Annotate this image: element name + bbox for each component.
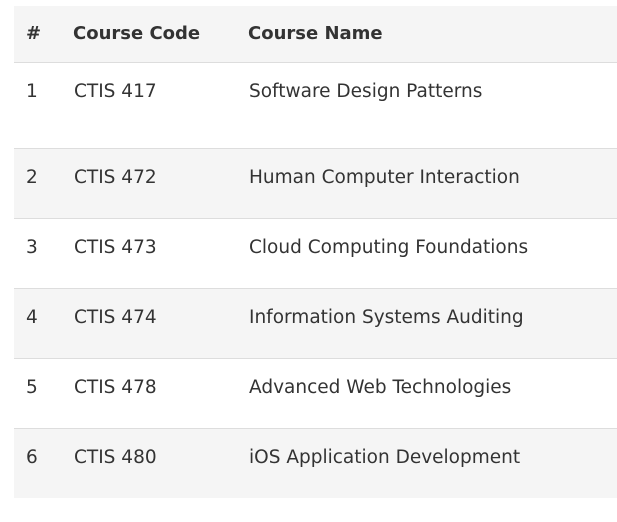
table-row: 1 CTIS 417 Software Design Patterns <box>14 62 617 148</box>
row-course-code: CTIS 480 <box>74 446 157 468</box>
row-course-name: Information Systems Auditing <box>249 306 524 328</box>
row-course-code: CTIS 417 <box>74 80 157 102</box>
table-body: 1 CTIS 417 Software Design Patterns 2 CT… <box>14 62 617 498</box>
row-course-name: Cloud Computing Foundations <box>249 236 529 258</box>
header-course-code: Course Code <box>73 23 201 45</box>
header-row: # Course Code Course Name <box>14 6 617 62</box>
row-course-code: CTIS 478 <box>74 376 157 398</box>
table-row: 5 CTIS 478 Advanced Web Technologies <box>14 358 617 428</box>
row-number: 6 <box>26 446 38 468</box>
courses-table: # Course Code Course Name 1 CTIS 417 Sof… <box>14 6 617 498</box>
row-number: 1 <box>26 80 38 102</box>
table-row: 3 CTIS 473 Cloud Computing Foundations <box>14 218 617 288</box>
table-header: # Course Code Course Name <box>14 6 617 62</box>
header-course-name: Course Name <box>248 23 383 45</box>
row-course-name: iOS Application Development <box>249 446 521 468</box>
row-course-name: Human Computer Interaction <box>249 166 520 188</box>
table-row: 2 CTIS 472 Human Computer Interaction <box>14 148 617 218</box>
row-course-code: CTIS 473 <box>74 236 157 258</box>
row-number: 4 <box>26 306 38 328</box>
row-course-name: Advanced Web Technologies <box>249 376 512 398</box>
courses-table-container: # Course Code Course Name 1 CTIS 417 Sof… <box>14 6 617 498</box>
row-course-name: Software Design Patterns <box>249 80 483 102</box>
row-course-code: CTIS 472 <box>74 166 157 188</box>
header-number: # <box>26 23 42 45</box>
row-number: 5 <box>26 376 38 398</box>
row-course-code: CTIS 474 <box>74 306 157 328</box>
table-row: 4 CTIS 474 Information Systems Auditing <box>14 288 617 358</box>
row-number: 2 <box>26 166 38 188</box>
row-number: 3 <box>26 236 38 258</box>
table-row: 6 CTIS 480 iOS Application Development <box>14 428 617 498</box>
